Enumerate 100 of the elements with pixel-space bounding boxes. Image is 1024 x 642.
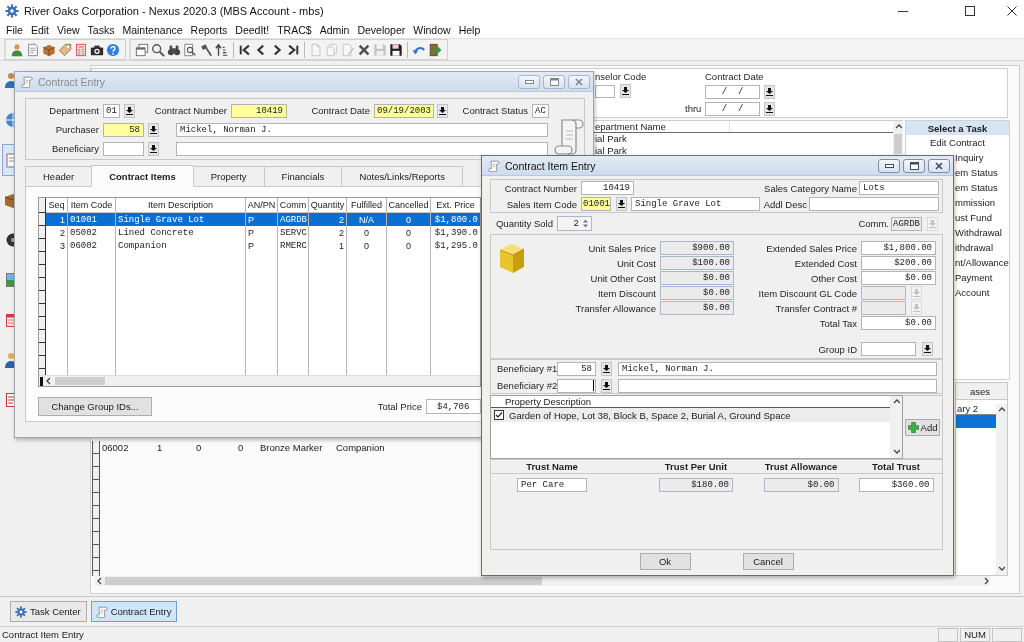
lookup-button[interactable] (616, 197, 627, 211)
chevron-up-icon[interactable] (894, 123, 902, 131)
chevron-up-icon[interactable] (998, 406, 1005, 414)
input-field[interactable] (176, 141, 548, 156)
tab[interactable]: Notes/Links/Reports (341, 166, 463, 186)
task-link[interactable]: em Status (955, 182, 998, 193)
task-link[interactable]: Withdrawal (955, 227, 1002, 238)
change-group-ids-button[interactable]: Change Group IDs... (38, 397, 152, 416)
menu-item[interactable]: Reports (190, 23, 228, 36)
input-field[interactable]: AGRDB (891, 216, 922, 231)
input-field[interactable]: $0.00 (763, 477, 839, 492)
windows-icon[interactable] (135, 42, 149, 57)
list-item[interactable]: ial Park (594, 144, 627, 156)
input-field[interactable]: Lots (859, 181, 939, 195)
task-link[interactable]: mmission (955, 197, 996, 208)
input-field[interactable]: $360.00 (858, 477, 934, 492)
add-button[interactable]: Add (905, 418, 940, 436)
input-field[interactable]: $100.00 (660, 256, 734, 270)
input-field[interactable]: 01 (103, 103, 120, 118)
menu-item[interactable]: TRAC$ (277, 23, 312, 36)
input-field[interactable] (618, 378, 937, 393)
close-icon[interactable] (1007, 5, 1017, 16)
input-field[interactable]: $0.00 (861, 271, 936, 285)
input-field[interactable]: $0.00 (861, 316, 936, 330)
menu-item[interactable]: View (57, 23, 80, 36)
hammer-icon[interactable] (199, 42, 213, 57)
menu-item[interactable]: File (6, 23, 23, 36)
dialog-button[interactable]: Cancel (742, 552, 794, 570)
input-field[interactable]: $200.00 (861, 256, 936, 270)
search-icon[interactable] (151, 42, 165, 57)
input-field[interactable]: 10419 (581, 181, 634, 195)
person-icon[interactable] (10, 42, 24, 57)
menu-item[interactable]: Admin (319, 23, 350, 36)
input-field[interactable] (809, 197, 939, 211)
task-link[interactable]: nt/Allowance (955, 257, 1009, 268)
input-field[interactable]: 09/19/2003 (374, 103, 434, 118)
tag-icon[interactable] (58, 42, 72, 57)
document-icon[interactable] (26, 42, 40, 57)
maximize-icon[interactable] (965, 5, 975, 16)
menu-item[interactable]: Help (458, 23, 481, 36)
tab[interactable]: ases (955, 382, 1008, 399)
lookup-button[interactable] (620, 84, 631, 98)
lookup-button[interactable] (601, 378, 612, 393)
input-field[interactable]: Mickel, Norman J. (176, 122, 548, 137)
lookup-button[interactable] (148, 122, 159, 137)
task-link[interactable]: ithdrawal (955, 242, 994, 253)
input-field[interactable] (557, 378, 596, 393)
chevron-left-icon[interactable] (96, 577, 103, 585)
lookup-button[interactable] (148, 141, 159, 156)
input-field[interactable]: 01001 (581, 197, 611, 211)
last-icon[interactable] (286, 42, 300, 57)
input-field[interactable]: Single Grave Lot (631, 197, 760, 211)
task-link[interactable]: Inquiry (955, 152, 984, 163)
input-field[interactable]: $0.00 (660, 301, 734, 315)
input-field[interactable] (103, 141, 144, 156)
chevron-down-icon[interactable] (892, 448, 900, 456)
vertical-scrollbar[interactable] (890, 396, 902, 458)
exit-icon[interactable] (428, 42, 442, 57)
input-field[interactable]: $180.00 (659, 477, 733, 492)
sort-icon[interactable] (215, 42, 229, 57)
input-field[interactable]: $4,706 (426, 399, 481, 414)
chevron-right-icon[interactable] (983, 577, 990, 585)
vertical-scrollbar[interactable] (893, 121, 903, 156)
input-field[interactable] (595, 84, 615, 98)
menu-item[interactable]: Window (413, 23, 451, 36)
menu-item[interactable]: Developer (357, 23, 406, 36)
close-button[interactable] (928, 158, 950, 173)
lookup-button[interactable] (922, 342, 933, 356)
input-field[interactable]: Per Care (517, 477, 587, 492)
input-field[interactable] (861, 342, 916, 356)
lookup-button[interactable] (764, 101, 775, 116)
horizontal-scrollbar[interactable] (95, 576, 990, 586)
page-search-icon[interactable] (183, 42, 197, 57)
chevron-down-icon[interactable] (998, 565, 1005, 573)
input-field[interactable]: $1,800.00 (861, 241, 936, 255)
list-item[interactable]: ial Park (594, 133, 627, 145)
task-link[interactable]: ust Fund (955, 212, 992, 223)
box-icon[interactable] (42, 42, 56, 57)
task-link[interactable]: Payment (955, 272, 993, 283)
lookup-button[interactable] (601, 361, 612, 376)
horizontal-scrollbar[interactable] (39, 375, 480, 386)
input-field[interactable]: 10419 (231, 103, 287, 118)
input-field[interactable]: $0.00 (660, 286, 734, 300)
lookup-button[interactable] (437, 103, 448, 118)
menu-item[interactable]: DeedIt! (235, 23, 270, 36)
delete-icon[interactable] (357, 42, 371, 57)
input-field[interactable]: $0.00 (660, 271, 734, 285)
lookup-button[interactable] (764, 84, 775, 99)
input-field[interactable]: AC (532, 103, 549, 118)
input-field[interactable]: / / (705, 101, 760, 116)
menu-item[interactable]: Tasks (87, 23, 115, 36)
tab[interactable]: Contract Items (91, 165, 194, 187)
menu-item[interactable]: Maintenance (122, 23, 183, 36)
tab[interactable]: Header (25, 166, 93, 186)
menu-item[interactable]: Edit (30, 23, 49, 36)
vertical-scrollbar[interactable] (996, 404, 1007, 575)
spinner-field[interactable]: 2 (557, 216, 592, 231)
task-link[interactable]: Edit Contract (930, 137, 985, 148)
help-icon[interactable] (106, 42, 120, 57)
list-row[interactable]: Garden of Hope, Lot 38, Block B, Space 2, Burial A, Ground Space (491, 408, 890, 422)
